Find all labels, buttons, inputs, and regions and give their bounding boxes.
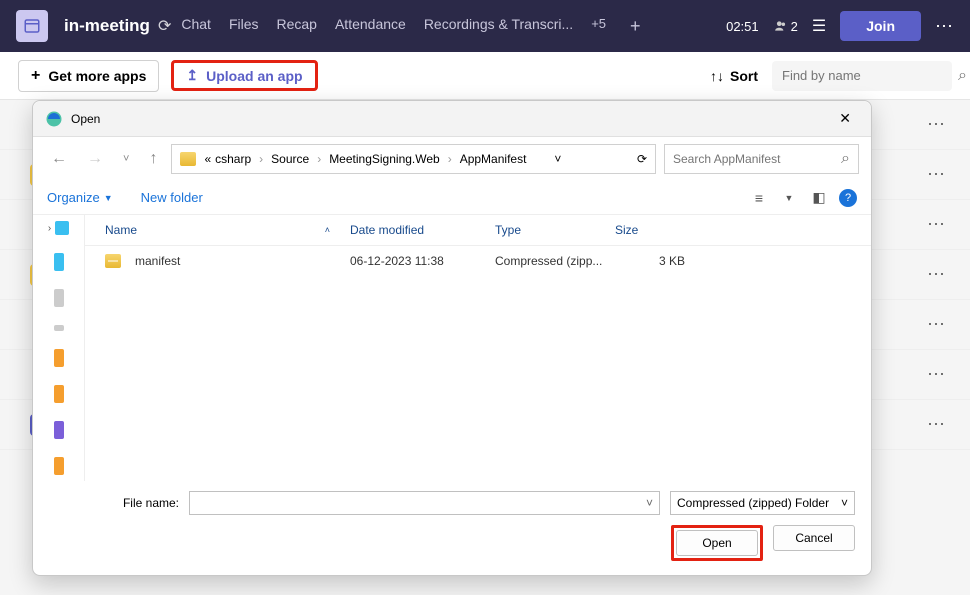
sidebar-item[interactable] xyxy=(54,253,64,271)
filename-input[interactable]: ˅ xyxy=(189,491,660,515)
new-folder-button[interactable]: New folder xyxy=(141,190,203,205)
sidebar-item[interactable] xyxy=(54,325,64,331)
meeting-title: in-meeting xyxy=(64,16,150,36)
col-size[interactable]: Size xyxy=(615,223,685,237)
dialog-toolbar: Organize ▼ New folder ≡ ▼ ◧ ? xyxy=(33,181,871,215)
file-row[interactable]: manifest 06-12-2023 11:38 Compressed (zi… xyxy=(85,246,871,276)
breadcrumb-item[interactable]: csharp xyxy=(215,152,251,166)
row-more-icon[interactable]: ⋯ xyxy=(927,214,946,235)
row-more-icon[interactable]: ⋯ xyxy=(927,314,946,335)
row-more-icon[interactable]: ⋯ xyxy=(927,164,946,185)
edge-icon xyxy=(45,110,63,128)
open-button-highlight: Open xyxy=(671,525,763,561)
participants-count[interactable]: 2 xyxy=(773,19,798,34)
apps-toolbar: + Get more apps ↥ Upload an app ↑↓ Sort … xyxy=(0,52,970,100)
close-icon[interactable]: ✕ xyxy=(831,106,859,131)
filename-dropdown-icon[interactable]: ˅ xyxy=(646,496,653,510)
meeting-tabs: Chat Files Recap Attendance Recordings &… xyxy=(181,16,640,37)
folder-icon xyxy=(180,152,196,166)
topbar-more-icon[interactable]: ⋯ xyxy=(935,16,954,37)
sort-button[interactable]: ↑↓ Sort xyxy=(710,68,758,84)
sync-icon[interactable]: ⟳ xyxy=(158,16,171,36)
row-more-icon[interactable]: ⋯ xyxy=(927,264,946,285)
sidebar-item[interactable] xyxy=(54,421,64,439)
meeting-timer: 02:51 xyxy=(726,19,759,34)
tab-more[interactable]: +5 xyxy=(591,16,606,37)
breadcrumb-item[interactable]: AppManifest xyxy=(460,152,527,166)
cancel-button[interactable]: Cancel xyxy=(773,525,855,551)
filetype-select[interactable]: Compressed (zipped) Folder ˅ xyxy=(670,491,855,515)
help-icon[interactable]: ? xyxy=(839,189,857,207)
search-icon: ⌕ xyxy=(841,150,850,168)
meeting-icon xyxy=(16,10,48,42)
tab-recap[interactable]: Recap xyxy=(277,16,317,37)
sidebar-item[interactable] xyxy=(54,457,64,475)
sort-icon: ↑↓ xyxy=(710,68,724,84)
dialog-search-input[interactable] xyxy=(673,152,841,166)
organize-button[interactable]: Organize ▼ xyxy=(47,190,113,205)
tab-attendance[interactable]: Attendance xyxy=(335,16,406,37)
join-button[interactable]: Join xyxy=(840,11,921,41)
sidebar-item[interactable] xyxy=(54,289,64,307)
col-name[interactable]: Name˄ xyxy=(105,223,350,237)
col-date[interactable]: Date modified xyxy=(350,223,495,237)
sort-caret-icon: ˄ xyxy=(325,225,330,235)
file-open-dialog: Open ✕ ← → ˅ ↑ « csharp› Source› Meeting… xyxy=(32,100,872,576)
breadcrumb-dropdown-icon[interactable]: ˅ xyxy=(550,152,565,166)
dialog-title: Open xyxy=(71,112,100,126)
dialog-sidebar: › xyxy=(33,215,85,481)
file-list-header: Name˄ Date modified Type Size xyxy=(85,215,871,246)
filename-label: File name: xyxy=(49,496,179,510)
sidebar-item[interactable] xyxy=(54,385,64,403)
tab-chat[interactable]: Chat xyxy=(181,16,211,37)
zip-file-icon xyxy=(105,254,121,268)
view-dropdown-icon[interactable]: ▼ xyxy=(779,188,799,208)
row-more-icon[interactable]: ⋯ xyxy=(927,364,946,385)
open-button[interactable]: Open xyxy=(676,530,758,556)
upload-icon: ↥ xyxy=(186,67,198,84)
file-list: Name˄ Date modified Type Size manifest 0… xyxy=(85,215,871,481)
row-more-icon[interactable]: ⋯ xyxy=(927,114,946,135)
nav-up-icon[interactable]: ↑ xyxy=(143,146,163,172)
meeting-topbar: in-meeting ⟳ Chat Files Recap Attendance… xyxy=(0,0,970,52)
tab-files[interactable]: Files xyxy=(229,16,259,37)
nav-back-icon[interactable]: ← xyxy=(45,146,73,172)
chevron-down-icon: ▼ xyxy=(104,193,113,203)
search-icon: ⌕ xyxy=(958,67,967,85)
view-list-icon[interactable]: ≡ xyxy=(749,188,769,208)
breadcrumb-item[interactable]: Source xyxy=(271,152,309,166)
breadcrumb-item[interactable]: MeetingSigning.Web xyxy=(329,152,440,166)
dialog-search[interactable]: ⌕ xyxy=(664,144,859,174)
nav-forward-icon[interactable]: → xyxy=(81,146,109,172)
row-more-icon[interactable]: ⋯ xyxy=(927,414,946,435)
tab-recordings[interactable]: Recordings & Transcri... xyxy=(424,16,573,37)
upload-app-button[interactable]: ↥ Upload an app xyxy=(171,60,317,91)
add-tab-button[interactable]: + xyxy=(630,16,641,37)
preview-pane-icon[interactable]: ◧ xyxy=(809,188,829,208)
nav-recent-icon[interactable]: ˅ xyxy=(117,149,135,169)
chevron-down-icon: ˅ xyxy=(841,496,848,510)
dialog-footer: File name: ˅ Compressed (zipped) Folder … xyxy=(33,481,871,575)
get-more-apps-button[interactable]: + Get more apps xyxy=(18,60,159,92)
sidebar-item[interactable] xyxy=(54,349,64,367)
find-by-name-search[interactable]: ⌕ xyxy=(772,61,952,91)
find-by-name-input[interactable] xyxy=(782,68,958,83)
dialog-titlebar: Open ✕ xyxy=(33,101,871,137)
col-type[interactable]: Type xyxy=(495,223,615,237)
dialog-nav: ← → ˅ ↑ « csharp› Source› MeetingSigning… xyxy=(33,137,871,181)
refresh-icon[interactable]: ⟳ xyxy=(637,152,647,166)
plus-icon: + xyxy=(31,67,40,85)
sidebar-expand[interactable]: › xyxy=(48,221,69,235)
list-icon[interactable]: ☰ xyxy=(812,16,826,36)
breadcrumb[interactable]: « csharp› Source› MeetingSigning.Web› Ap… xyxy=(171,144,656,174)
